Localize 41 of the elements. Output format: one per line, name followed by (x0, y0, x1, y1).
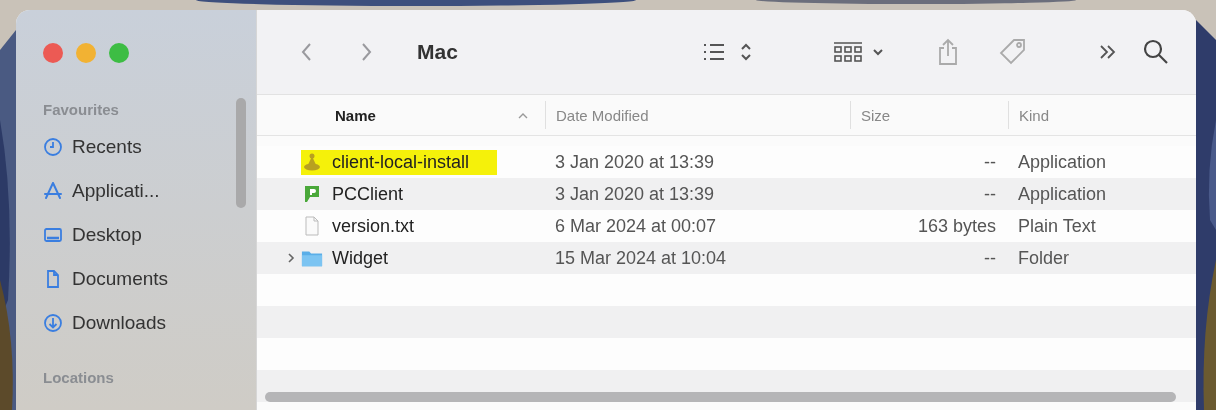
kind-cell-text: Plain Text (1017, 215, 1097, 237)
applications-icon (43, 181, 63, 201)
date-cell-text: 6 Mar 2024 at 00:07 (554, 215, 718, 237)
sidebar-item[interactable]: Desktop (43, 213, 256, 257)
size-cell-text: -- (983, 247, 997, 269)
date-cell-text: 3 Jan 2020 at 13:39 (554, 151, 716, 173)
table-row[interactable]: PCClient 3 Jan 2020 at 13:39 -- Application (257, 178, 1196, 210)
share-button[interactable] (936, 38, 960, 66)
kind-cell-text: Folder (1017, 247, 1071, 269)
kind-cell-text: Application (1017, 151, 1108, 173)
tag-button[interactable] (998, 38, 1028, 66)
sidebar-item[interactable]: Downloads (43, 301, 256, 345)
sort-ascending-icon (517, 111, 529, 119)
zoom-button[interactable] (109, 43, 129, 63)
sidebar-heading: Favourites (43, 101, 120, 119)
column-header[interactable]: Name (257, 101, 545, 129)
download-icon (43, 313, 63, 333)
size-cell-text: 163 bytes (916, 215, 997, 237)
file-name[interactable]: Widget (301, 245, 417, 271)
sidebar-item[interactable]: Documents (43, 257, 256, 301)
scrollbar-thumb[interactable] (265, 392, 1176, 402)
window-title: Mac (417, 40, 458, 64)
date-cell-text: 3 Jan 2020 at 13:39 (554, 183, 716, 205)
sidebar-heading: Locations (43, 369, 115, 387)
scrollbar-thumb[interactable] (236, 98, 246, 208)
sidebar-item[interactable]: Applicati... (43, 169, 256, 213)
column-header[interactable]: Date Modified (545, 101, 850, 129)
file-name[interactable]: version.txt (301, 213, 443, 239)
installer-icon (301, 152, 323, 172)
size-cell-text: -- (983, 183, 997, 205)
desktop-icon (43, 225, 63, 245)
size-cell-text: -- (983, 151, 997, 173)
file-name[interactable]: client-local-install (301, 149, 498, 175)
search-button[interactable] (1142, 38, 1170, 66)
clock-icon (43, 137, 63, 157)
kind-cell-text: Application (1017, 183, 1108, 205)
sidebar-item[interactable]: Recents (43, 125, 256, 169)
date-cell-text: 15 Mar 2024 at 10:04 (554, 247, 728, 269)
file-name[interactable]: PCClient (301, 181, 432, 207)
close-button[interactable] (43, 43, 63, 63)
table-row[interactable]: Widget 15 Mar 2024 at 10:04 -- Folder (257, 242, 1196, 274)
